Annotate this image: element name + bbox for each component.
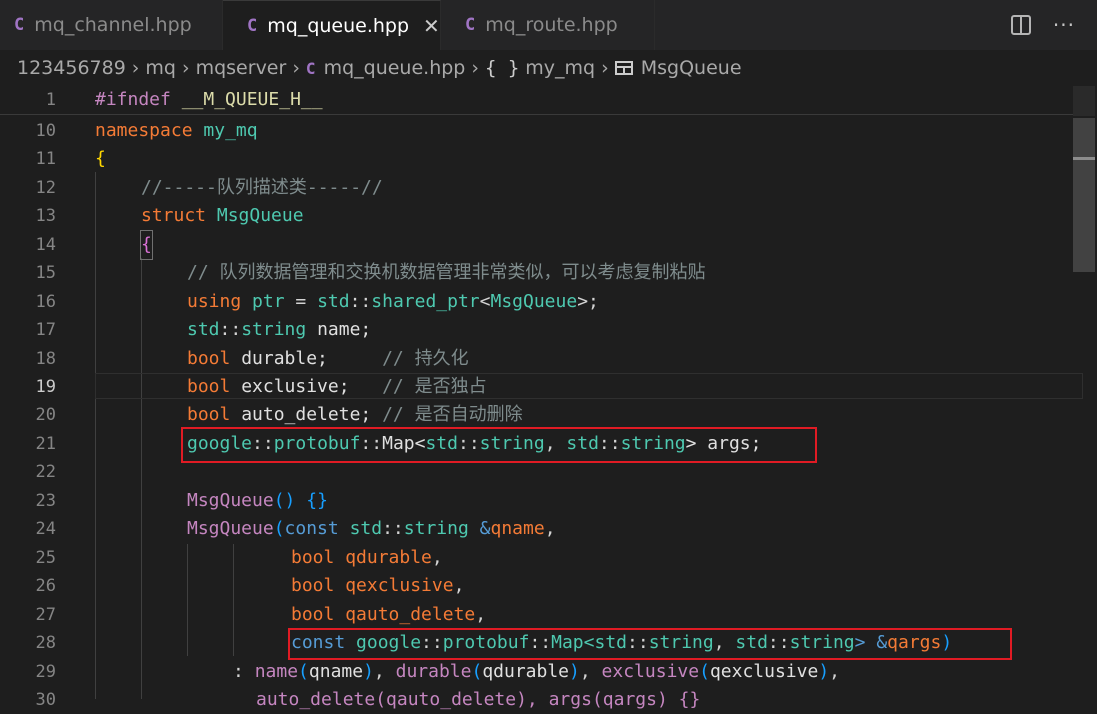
code-editor[interactable]: 1 #ifndef __M_QUEUE_H__ 10 namespace my_…: [0, 86, 1097, 710]
breadcrumb-item[interactable]: mq: [145, 57, 176, 79]
namespace-icon: { }: [484, 57, 520, 79]
sticky-scroll-gutter: [1073, 86, 1095, 116]
line-number: 21: [35, 434, 56, 454]
breadcrumb: 123456789 › mq › mqserver › C mq_queue.h…: [0, 50, 1097, 86]
line-number: 17: [35, 320, 56, 340]
line-code: {: [95, 148, 106, 169]
highlight-box-args: [181, 427, 817, 463]
code-line: 14 {: [0, 230, 1085, 260]
scrollbar-thumb[interactable]: [1073, 118, 1095, 272]
sticky-scroll-border: [0, 114, 1085, 115]
line-number: 19: [35, 377, 56, 397]
line-code: {: [140, 230, 153, 260]
code-line: 13 struct MsgQueue: [0, 202, 1085, 230]
line-number: 22: [35, 462, 56, 482]
code-line: 19 bool exclusive; // 是否独占: [0, 373, 1085, 401]
line-number: 24: [35, 519, 56, 539]
editor-actions: ···: [1010, 0, 1075, 50]
line-code: MsgQueue(const std::string &qname,: [187, 518, 556, 539]
line-number: 18: [35, 349, 56, 369]
code-line: 20 bool auto_delete; // 是否自动删除: [0, 401, 1085, 429]
tab-label: mq_queue.hpp: [267, 14, 410, 37]
line-number: 14: [35, 235, 56, 255]
line-number: 11: [35, 149, 56, 169]
cpp-file-icon: C: [305, 58, 316, 78]
code-line: 23 MsgQueue() {}: [0, 487, 1085, 515]
line-number: 16: [35, 292, 56, 312]
line-code: // 队列数据管理和交换机数据管理非常类似，可以考虑复制粘贴: [187, 262, 706, 283]
chevron-right-icon: ›: [601, 57, 609, 79]
code-line: 25 bool qdurable,: [0, 544, 1085, 572]
code-line: 26 bool qexclusive,: [0, 572, 1085, 600]
code-line: 24 MsgQueue(const std::string &qname,: [0, 515, 1085, 543]
line-number: 13: [35, 206, 56, 226]
line-number: 26: [35, 576, 56, 596]
line-number: 23: [35, 491, 56, 511]
line-code: //-----队列描述类-----//: [141, 177, 383, 198]
line-number: 29: [35, 662, 56, 682]
cpp-file-icon: C: [14, 15, 25, 35]
breadcrumb-item[interactable]: mq_queue.hpp: [324, 57, 466, 79]
line-number: 25: [35, 548, 56, 568]
code-line: 27 bool qauto_delete,: [0, 601, 1085, 629]
line-code: bool durable; // 持久化: [187, 348, 469, 369]
tab-bar: C mq_channel.hpp C mq_queue.hpp ✕ C mq_r…: [0, 0, 1097, 50]
line-code: bool qdurable,: [291, 547, 443, 568]
line-code: bool exclusive; // 是否独占: [187, 376, 487, 397]
line-number: 30: [35, 690, 56, 710]
code-line: 10 namespace my_mq: [0, 117, 1085, 145]
line-number: 27: [35, 605, 56, 625]
line-code: auto_delete(qauto_delete), args(qargs) {…: [256, 689, 701, 710]
breadcrumb-item[interactable]: mqserver: [196, 57, 287, 79]
chevron-right-icon: ›: [471, 57, 479, 79]
line-number: 1: [45, 90, 56, 110]
line-code: std::string name;: [187, 319, 372, 340]
scrollbar-cursor-marker: [1073, 157, 1095, 160]
line-code: bool auto_delete; // 是否自动删除: [187, 404, 523, 425]
chevron-right-icon: ›: [292, 57, 300, 79]
line-number: 28: [35, 633, 56, 653]
tab-mq-queue[interactable]: C mq_queue.hpp ✕: [223, 0, 441, 50]
code-line: 15 // 队列数据管理和交换机数据管理非常类似，可以考虑复制粘贴: [0, 259, 1085, 287]
split-editor-icon[interactable]: [1010, 15, 1031, 35]
code-line: 12 //-----队列描述类-----//: [0, 174, 1085, 202]
breadcrumb-item[interactable]: 123456789: [17, 57, 126, 79]
line-code: #ifndef __M_QUEUE_H__: [95, 89, 323, 110]
breadcrumb-item[interactable]: MsgQueue: [641, 57, 742, 79]
cpp-file-icon: C: [247, 15, 258, 36]
tab-mq-route[interactable]: C mq_route.hpp: [441, 0, 655, 50]
line-code: using ptr = std::shared_ptr<MsgQueue>;: [187, 291, 599, 312]
line-number: 12: [35, 178, 56, 198]
line-code: struct MsgQueue: [141, 205, 304, 226]
breadcrumb-item[interactable]: my_mq: [525, 57, 595, 79]
struct-icon: [614, 61, 633, 75]
chevron-right-icon: ›: [181, 57, 190, 79]
code-line: 1 #ifndef __M_QUEUE_H__: [0, 86, 1085, 114]
line-number: 20: [35, 405, 56, 425]
tab-mq-channel[interactable]: C mq_channel.hpp: [0, 0, 223, 50]
line-code: bool qexclusive,: [291, 575, 465, 596]
cpp-file-icon: C: [465, 15, 476, 35]
line-code: bool qauto_delete,: [291, 604, 487, 625]
code-line: 29 : name(qname), durable(qdurable), exc…: [0, 658, 1085, 686]
line-number: 15: [35, 263, 56, 283]
code-line: 18 bool durable; // 持久化: [0, 345, 1085, 373]
tab-label: mq_channel.hpp: [34, 14, 192, 36]
chevron-right-icon: ›: [131, 57, 140, 79]
line-number: 10: [35, 121, 56, 141]
highlight-box-qargs: [288, 628, 1012, 660]
code-line: 16 using ptr = std::shared_ptr<MsgQueue>…: [0, 288, 1085, 316]
code-line: 11 {: [0, 145, 1085, 173]
line-code: : name(qname), durable(qdurable), exclus…: [233, 661, 840, 682]
line-code: namespace my_mq: [95, 120, 258, 141]
tab-label: mq_route.hpp: [485, 14, 618, 36]
code-line: 30 auto_delete(qauto_delete), args(qargs…: [0, 686, 1085, 714]
more-actions-icon[interactable]: ···: [1053, 13, 1075, 37]
close-icon[interactable]: ✕: [423, 14, 440, 38]
code-line: 17 std::string name;: [0, 316, 1085, 344]
line-code: MsgQueue() {}: [187, 490, 328, 511]
